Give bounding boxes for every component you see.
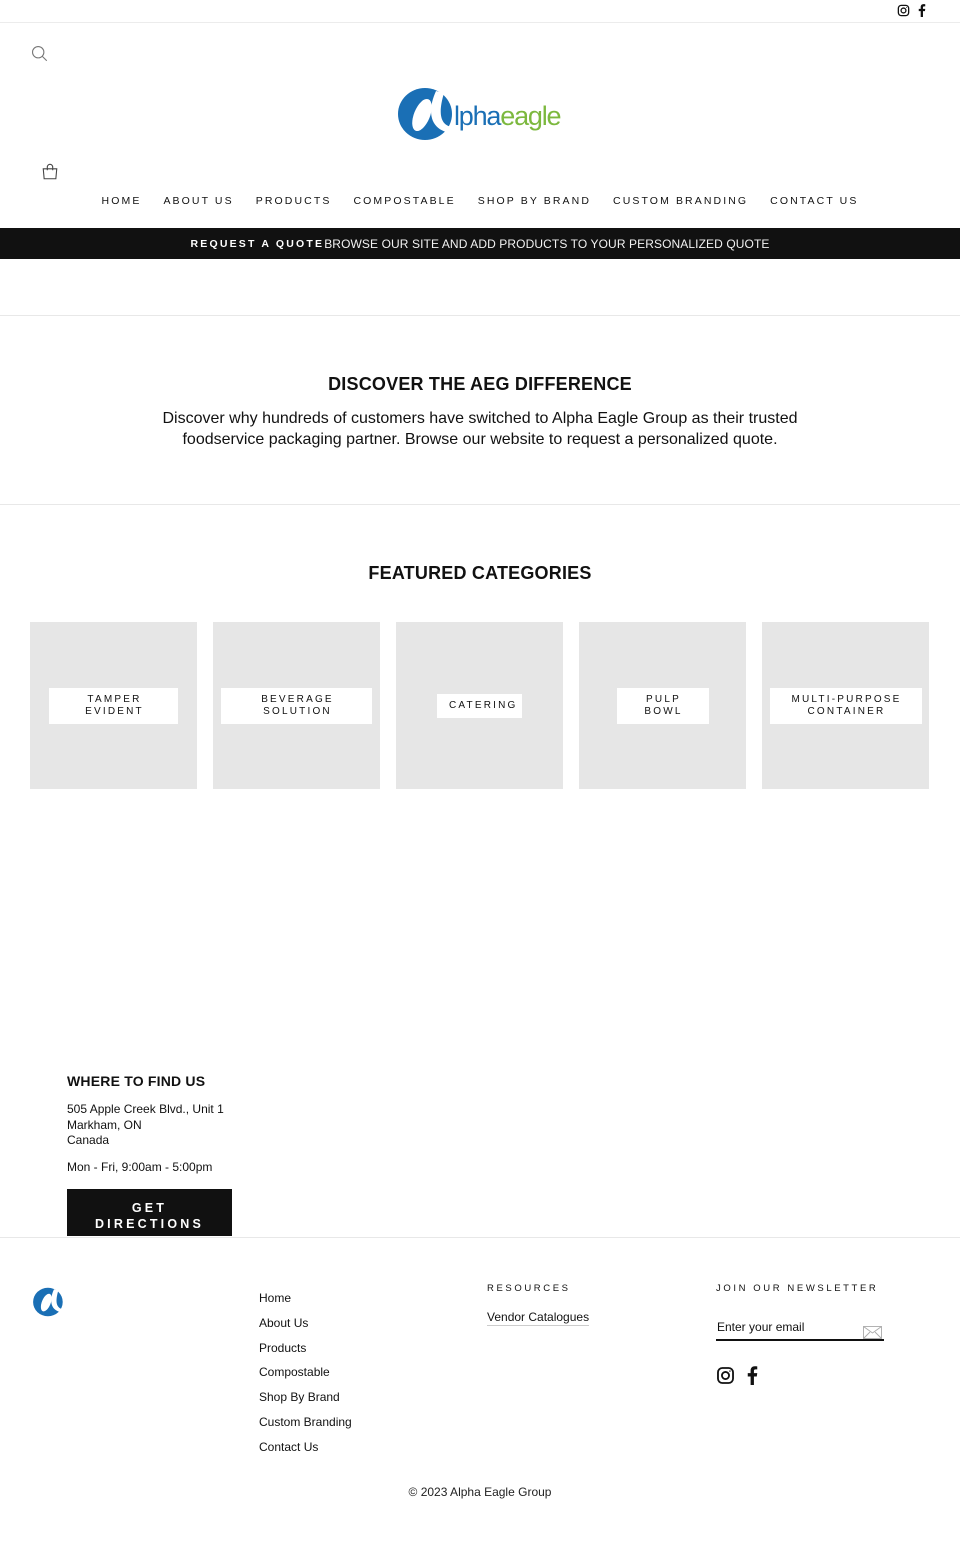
featured-title: FEATURED CATEGORIES — [368, 563, 592, 583]
featured-categories-section: FEATURED CATEGORIES TAMPER EVIDENT BEVER… — [0, 505, 960, 1237]
logo-word-eagle: eagle — [500, 100, 561, 131]
address-line-1: 505 Apple Creek Blvd., Unit 1 — [67, 1102, 224, 1116]
address-line-3: Canada — [67, 1133, 110, 1148]
utility-bar — [0, 0, 960, 23]
announcement-bar[interactable]: REQUEST A QUOTE BROWSE OUR SITE AND ADD … — [0, 228, 960, 259]
category-tile-pulp-bowl[interactable]: PULP BOWL — [579, 622, 746, 789]
newsletter-signup: JOIN OUR NEWSLETTER — [716, 1283, 884, 1341]
footer-link-compostable[interactable]: Compostable — [259, 1365, 330, 1379]
category-tile-catering[interactable]: CATERING — [396, 622, 563, 789]
intro-section: DISCOVER THE AEG DIFFERENCE Discover why… — [0, 316, 960, 505]
footer-instagram-link[interactable] — [716, 1366, 735, 1390]
instagram-icon — [717, 1367, 734, 1384]
utility-social-links — [897, 4, 926, 17]
footer-logo[interactable] — [32, 1285, 66, 1324]
category-label: MULTI-PURPOSE CONTAINER — [769, 687, 922, 724]
footer-link-products[interactable]: Products — [259, 1341, 306, 1355]
nav-custom-branding[interactable]: CUSTOM BRANDING — [602, 195, 759, 207]
where-to-find-us: WHERE TO FIND US 505 Apple Creek Blvd., … — [67, 1073, 267, 1236]
category-tile-tamper-evident[interactable]: TAMPER EVIDENT — [30, 622, 197, 789]
instagram-link[interactable] — [897, 4, 910, 17]
alpha-logo-mark-icon — [398, 88, 452, 140]
copyright: © 2023 Alpha Eagle Group — [408, 1485, 552, 1499]
footer-facebook-link[interactable] — [747, 1366, 758, 1390]
search-icon — [31, 45, 48, 62]
empty-section — [0, 259, 960, 316]
footer-resources: RESOURCES Vendor Catalogues — [487, 1283, 590, 1326]
business-hours: Mon - Fri, 9:00am - 5:00pm — [67, 1160, 213, 1175]
footer-link-custom-branding[interactable]: Custom Branding — [259, 1415, 352, 1429]
cart-button[interactable] — [40, 163, 60, 183]
category-label: PULP BOWL — [616, 687, 709, 724]
nav-products[interactable]: PRODUCTS — [245, 195, 343, 207]
vendor-catalogues-link[interactable]: Vendor Catalogues — [487, 1310, 590, 1326]
category-label: TAMPER EVIDENT — [49, 687, 178, 724]
footer-links: Home About Us Products Compostable Shop … — [259, 1286, 352, 1460]
newsletter-email-input[interactable] — [716, 1316, 856, 1334]
nav-compostable[interactable]: COMPOSTABLE — [342, 195, 466, 207]
category-label: CATERING — [437, 693, 522, 718]
site-logo[interactable]: lphaeagle — [396, 81, 568, 147]
shopping-bag-icon — [42, 163, 58, 180]
footer-link-shop-by-brand[interactable]: Shop By Brand — [259, 1390, 340, 1404]
footer-link-about-us[interactable]: About Us — [259, 1316, 308, 1330]
announcement-message: BROWSE OUR SITE AND ADD PRODUCTS TO YOUR… — [324, 236, 770, 251]
facebook-link[interactable] — [918, 4, 926, 17]
logo-word-lpha: lpha — [454, 100, 501, 131]
envelope-icon — [863, 1326, 882, 1339]
newsletter-heading: JOIN OUR NEWSLETTER — [716, 1283, 879, 1294]
newsletter-submit-button[interactable] — [863, 1326, 882, 1339]
get-directions-button[interactable]: GET DIRECTIONS — [67, 1188, 232, 1236]
footer-social-links — [716, 1366, 758, 1390]
nav-home[interactable]: HOME — [91, 195, 153, 207]
announcement-title: REQUEST A QUOTE — [190, 237, 325, 250]
instagram-icon — [897, 4, 910, 17]
nav-about-us[interactable]: ABOUT US — [152, 195, 244, 207]
facebook-icon — [747, 1366, 758, 1385]
resources-heading: RESOURCES — [487, 1283, 571, 1294]
category-grid: TAMPER EVIDENT BEVERAGE SOLUTION CATERIN… — [30, 622, 929, 789]
site-header: lphaeagle HOME ABOUT US PRODUCTS COMPOST… — [0, 23, 960, 228]
site-footer: Home About Us Products Compostable Shop … — [0, 1237, 960, 1561]
logo-wordmark: lphaeagle — [454, 100, 562, 132]
facebook-icon — [918, 4, 926, 17]
intro-title: DISCOVER THE AEG DIFFERENCE — [328, 374, 632, 394]
main-navigation: HOME ABOUT US PRODUCTS COMPOSTABLE SHOP … — [0, 195, 960, 207]
nav-shop-by-brand[interactable]: SHOP BY BRAND — [467, 195, 602, 207]
find-us-title: WHERE TO FIND US — [67, 1073, 206, 1089]
category-tile-beverage-solution[interactable]: BEVERAGE SOLUTION — [213, 622, 380, 789]
footer-link-home[interactable]: Home — [259, 1291, 291, 1305]
email-field-wrapper — [716, 1316, 884, 1341]
search-button[interactable] — [31, 45, 49, 63]
footer-link-contact-us[interactable]: Contact Us — [259, 1440, 318, 1454]
address-line-2: Markham, ON — [67, 1117, 142, 1132]
category-tile-multi-purpose-container[interactable]: MULTI-PURPOSE CONTAINER — [762, 622, 929, 789]
intro-body: Discover why hundreds of customers have … — [162, 410, 798, 448]
nav-contact-us[interactable]: CONTACT US — [759, 195, 869, 207]
category-label: BEVERAGE SOLUTION — [221, 687, 372, 724]
alpha-logo-mark-icon — [33, 1287, 63, 1317]
